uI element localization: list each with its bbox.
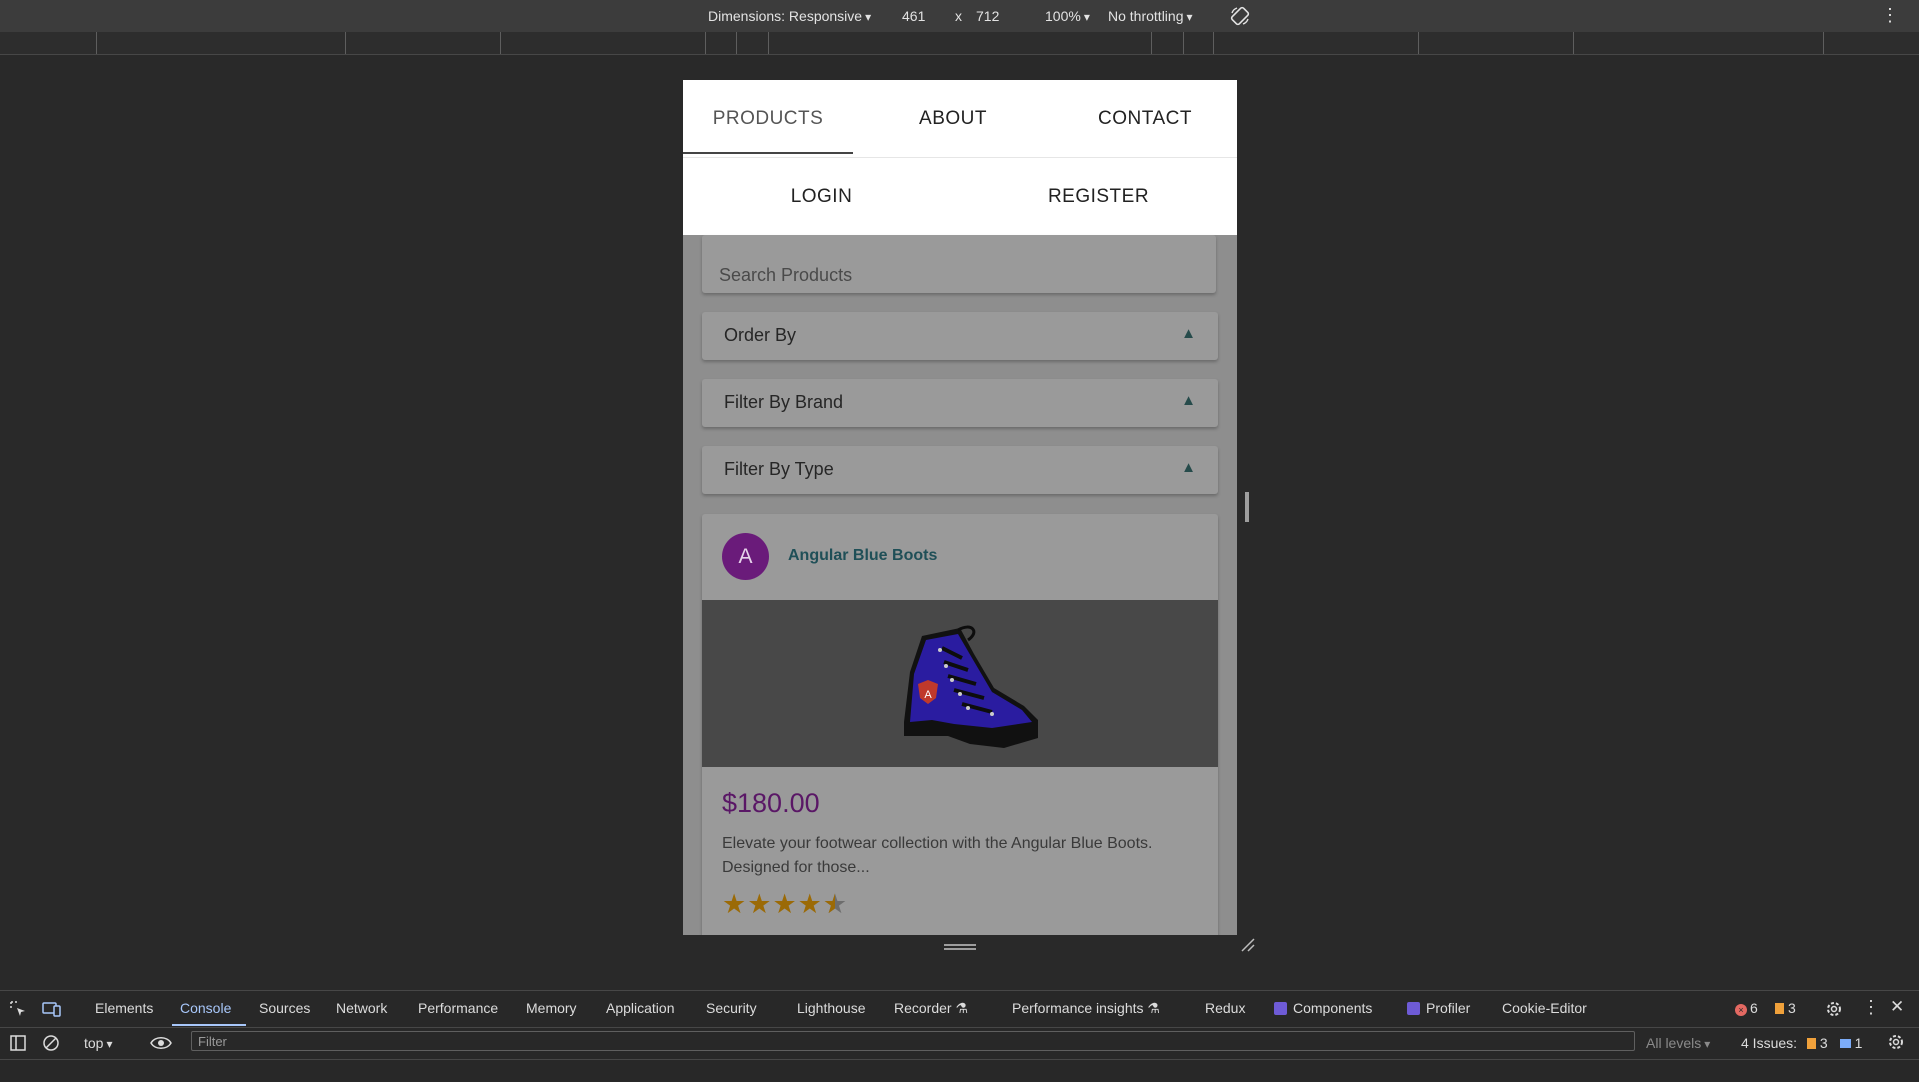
error-count: 6 — [1750, 1000, 1758, 1016]
tab-elements[interactable]: Elements — [95, 1000, 153, 1016]
filter-brand-label: Filter By Brand — [724, 392, 844, 412]
clear-console-icon[interactable] — [42, 1034, 60, 1052]
tab-components[interactable]: Components — [1274, 1000, 1372, 1016]
tab-security[interactable]: Security — [706, 1000, 757, 1016]
star-icon: ★ — [722, 889, 748, 919]
star-rating: ★★★★★ — [722, 889, 848, 920]
star-icon: ★ — [772, 889, 798, 919]
filter-type-accordion[interactable]: Filter By Type ▲ — [702, 446, 1218, 494]
live-expression-eye-icon[interactable] — [150, 1034, 172, 1052]
active-tab-indicator — [683, 152, 853, 154]
settings-gear-icon[interactable] — [1825, 1000, 1843, 1018]
warning-counter[interactable]: 3 — [1775, 1000, 1796, 1016]
console-settings-gear-icon[interactable] — [1887, 1033, 1905, 1051]
error-counter[interactable]: × 6 — [1735, 1000, 1758, 1016]
info-icon — [1839, 1039, 1851, 1048]
tab-redux[interactable]: Redux — [1205, 1000, 1245, 1016]
resize-handle-right[interactable] — [1245, 492, 1249, 522]
tab-network[interactable]: Network — [336, 1000, 387, 1016]
warning-count: 3 — [1788, 1000, 1796, 1016]
tab-performance[interactable]: Performance — [418, 1000, 498, 1016]
rotate-icon[interactable] — [1229, 5, 1251, 27]
log-levels-dropdown[interactable]: All levels — [1646, 1035, 1710, 1051]
expand-arrow-icon: ▲ — [1181, 392, 1196, 409]
tab-cookie-editor[interactable]: Cookie-Editor — [1502, 1000, 1587, 1016]
resize-handle-corner-icon[interactable] — [1240, 937, 1256, 953]
dimension-separator: x — [955, 8, 962, 24]
console-filter-input[interactable] — [191, 1031, 1635, 1051]
tab-components-label: Components — [1293, 1000, 1373, 1016]
resize-handle-bottom[interactable] — [944, 944, 976, 950]
product-card[interactable]: A Angular Blue Boots A $180.00 Elevate y… — [702, 514, 1218, 935]
filter-type-label: Filter By Type — [724, 459, 834, 479]
device-toolbar-toggle-icon[interactable] — [42, 1000, 61, 1018]
warning-icon — [1806, 1038, 1816, 1049]
avatar: A — [722, 533, 769, 580]
star-icon: ★ — [747, 889, 773, 919]
boot-image: A — [904, 625, 1038, 748]
sidebar-toggle-icon[interactable] — [9, 1034, 27, 1052]
issues-counter[interactable]: 4 Issues: 3 1 — [1741, 1035, 1862, 1051]
tab-performance-insights-label: Performance insights — [1012, 1000, 1144, 1016]
more-options-icon[interactable]: ⋮ — [1862, 997, 1880, 1018]
tab-login[interactable]: LOGIN — [683, 186, 960, 208]
order-by-label: Order By — [724, 325, 797, 345]
device-viewport: PRODUCTS ABOUT CONTACT LOGIN REGISTER Or… — [683, 80, 1237, 935]
height-input[interactable]: 712 — [976, 8, 999, 24]
angular-logo: A — [924, 689, 932, 701]
close-icon[interactable]: ✕ — [1890, 997, 1904, 1017]
tab-recorder-label: Recorder — [894, 1000, 952, 1016]
devtools-panel: Elements Console Sources Network Perform… — [0, 990, 1919, 1081]
react-components-icon — [1274, 1002, 1287, 1015]
media-query-ruler — [0, 32, 1919, 55]
console-output-area[interactable] — [0, 1059, 1919, 1082]
flask-icon: ⚗ — [1147, 1000, 1160, 1016]
flask-icon: ⚗ — [955, 1000, 969, 1016]
tab-memory[interactable]: Memory — [526, 1000, 577, 1016]
product-image[interactable]: A — [702, 600, 1218, 767]
tab-profiler[interactable]: Profiler — [1407, 1000, 1470, 1016]
width-input[interactable]: 461 — [902, 8, 925, 24]
filter-brand-accordion[interactable]: Filter By Brand ▲ — [702, 379, 1218, 427]
half-star-icon: ★ — [823, 889, 848, 920]
tab-register[interactable]: REGISTER — [960, 186, 1237, 208]
tab-recorder[interactable]: Recorder ⚗ — [894, 1000, 968, 1017]
throttling-dropdown[interactable]: No throttling — [1108, 8, 1193, 24]
tab-application[interactable]: Application — [606, 1000, 675, 1016]
issues-info-count: 1 — [1854, 1035, 1863, 1051]
dimensions-dropdown[interactable]: Dimensions: Responsive — [708, 8, 871, 24]
star-icon: ★ — [797, 889, 823, 919]
tab-contact[interactable]: CONTACT — [1053, 108, 1237, 130]
tab-profiler-label: Profiler — [1426, 1000, 1471, 1016]
inspect-element-icon[interactable] — [9, 1000, 27, 1018]
product-price: $180.00 — [722, 788, 820, 818]
search-input[interactable] — [702, 235, 1216, 293]
tab-sources[interactable]: Sources — [259, 1000, 310, 1016]
expand-arrow-icon: ▲ — [1181, 325, 1196, 342]
product-description: Elevate your footwear collection with th… — [722, 835, 1153, 876]
tab-console[interactable]: Console — [180, 1000, 231, 1016]
issues-label: 4 Issues: — [1741, 1035, 1798, 1051]
tab-about[interactable]: ABOUT — [853, 108, 1053, 130]
product-title[interactable]: Angular Blue Boots — [788, 547, 937, 565]
main-nav: PRODUCTS ABOUT CONTACT — [683, 80, 1237, 158]
context-selector[interactable]: top — [84, 1035, 113, 1051]
device-toolbar: Dimensions: Responsive 461 x 712 100% No… — [0, 0, 1919, 32]
tab-products[interactable]: PRODUCTS — [683, 108, 853, 130]
tab-lighthouse[interactable]: Lighthouse — [797, 1000, 866, 1016]
active-devtools-tab-indicator — [172, 1024, 246, 1026]
order-by-accordion[interactable]: Order By ▲ — [702, 312, 1218, 360]
react-profiler-icon — [1407, 1002, 1420, 1015]
devtools-tabbar: Elements Console Sources Network Perform… — [0, 991, 1919, 1028]
auth-nav: LOGIN REGISTER — [683, 158, 1237, 235]
zoom-dropdown[interactable]: 100% — [1045, 8, 1090, 24]
more-options-icon[interactable]: ⋮ — [1881, 5, 1899, 26]
error-icon: × — [1735, 1004, 1747, 1016]
warning-icon — [1775, 1003, 1784, 1014]
issues-warning-count: 3 — [1819, 1035, 1828, 1051]
expand-arrow-icon: ▲ — [1181, 459, 1196, 476]
tab-performance-insights[interactable]: Performance insights ⚗ — [1012, 1000, 1160, 1017]
